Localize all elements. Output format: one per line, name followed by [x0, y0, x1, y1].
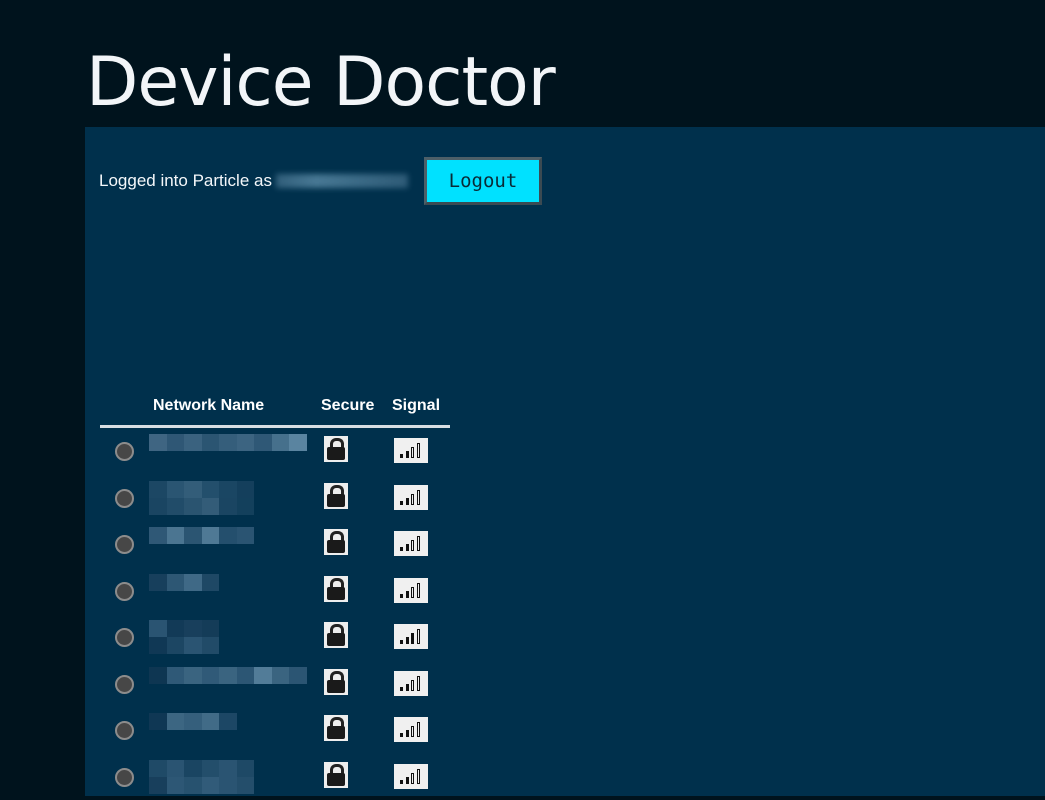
signal-bar	[406, 451, 409, 458]
signal-bar	[411, 587, 414, 598]
lock-icon	[324, 715, 348, 741]
signal-bar	[406, 637, 409, 644]
table-row[interactable]	[100, 614, 450, 661]
signal-bar	[417, 676, 420, 691]
lock-icon	[324, 622, 348, 648]
signal-strength-icon	[394, 764, 428, 789]
signal-bar	[417, 583, 420, 598]
lock-icon	[324, 762, 348, 788]
signal-bar	[411, 633, 414, 644]
signal-bar	[400, 501, 403, 505]
signal-strength-icon	[394, 578, 428, 603]
signal-bar	[406, 684, 409, 691]
signal-bar	[417, 490, 420, 505]
signal-bar	[406, 498, 409, 505]
lock-icon	[324, 576, 348, 602]
signal-bar	[411, 773, 414, 784]
network-list	[100, 428, 450, 800]
signal-strength-icon	[394, 624, 428, 649]
signal-strength-icon	[394, 671, 428, 696]
signal-bar	[406, 730, 409, 737]
signal-bar	[400, 640, 403, 644]
table-row[interactable]	[100, 475, 450, 522]
column-header-signal: Signal	[392, 397, 440, 415]
main-panel: Logged into Particle as Logout Network N…	[85, 127, 1045, 796]
signal-strength-icon	[394, 531, 428, 556]
redacted-network-name	[149, 620, 219, 654]
signal-bar	[417, 722, 420, 737]
table-row[interactable]	[100, 707, 450, 754]
signal-bar	[400, 454, 403, 458]
signal-bar	[417, 769, 420, 784]
table-row[interactable]	[100, 428, 450, 475]
redacted-network-name	[149, 434, 307, 468]
network-radio-button[interactable]	[115, 442, 134, 461]
signal-bar	[417, 443, 420, 458]
signal-strength-icon	[394, 717, 428, 742]
signal-bar	[411, 494, 414, 505]
signal-strength-icon	[394, 438, 428, 463]
network-radio-button[interactable]	[115, 489, 134, 508]
signal-bar	[411, 447, 414, 458]
redacted-network-name	[149, 713, 237, 747]
table-row[interactable]	[100, 661, 450, 708]
network-radio-button[interactable]	[115, 675, 134, 694]
table-header: Network Name Secure Signal	[100, 389, 450, 428]
network-radio-button[interactable]	[115, 721, 134, 740]
redacted-network-name	[149, 527, 254, 561]
signal-bar	[406, 777, 409, 784]
redacted-network-name	[149, 574, 219, 608]
redacted-network-name	[149, 667, 307, 701]
network-radio-button[interactable]	[115, 582, 134, 601]
signal-bar	[411, 726, 414, 737]
lock-icon	[324, 669, 348, 695]
network-radio-button[interactable]	[115, 535, 134, 554]
signal-bar	[417, 536, 420, 551]
signal-strength-icon	[394, 485, 428, 510]
table-row[interactable]	[100, 568, 450, 615]
redacted-network-name	[149, 481, 254, 515]
signal-bar	[400, 780, 403, 784]
lock-icon	[324, 483, 348, 509]
signal-bar	[400, 547, 403, 551]
signal-bar	[400, 733, 403, 737]
network-radio-button[interactable]	[115, 628, 134, 647]
login-status: Logged into Particle as Logout	[99, 157, 542, 205]
login-status-text: Logged into Particle as	[99, 171, 272, 191]
redacted-network-name	[149, 760, 254, 794]
column-header-network-name: Network Name	[153, 397, 264, 415]
redacted-email	[276, 174, 408, 188]
app-title: Device Doctor	[86, 38, 555, 128]
signal-bar	[417, 629, 420, 644]
table-row[interactable]	[100, 754, 450, 800]
signal-bar	[406, 544, 409, 551]
signal-bar	[400, 594, 403, 598]
signal-bar	[411, 540, 414, 551]
signal-bar	[411, 680, 414, 691]
column-header-secure: Secure	[321, 397, 374, 415]
logout-button[interactable]: Logout	[424, 157, 542, 205]
signal-bar	[406, 591, 409, 598]
signal-bar	[400, 687, 403, 691]
lock-icon	[324, 529, 348, 555]
table-row[interactable]	[100, 521, 450, 568]
lock-icon	[324, 436, 348, 462]
network-radio-button[interactable]	[115, 768, 134, 787]
network-table: Network Name Secure Signal	[100, 389, 450, 800]
